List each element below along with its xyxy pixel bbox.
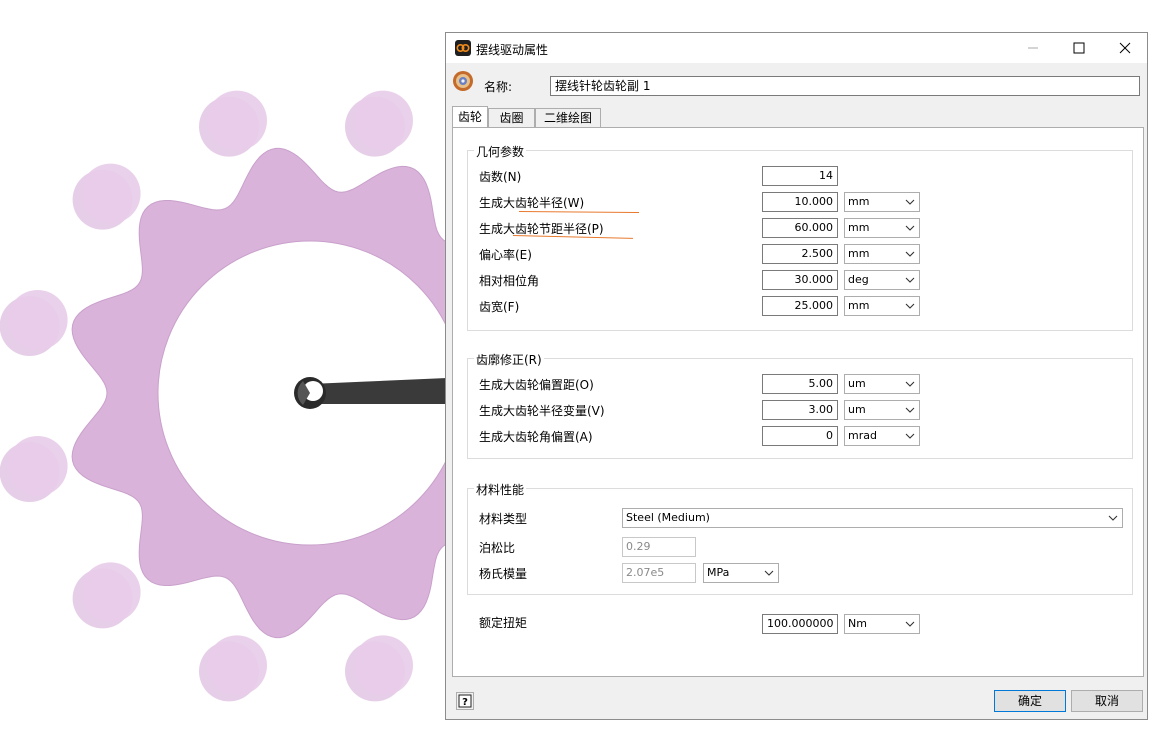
unit-value: deg — [848, 273, 869, 286]
pin — [207, 90, 267, 151]
poisson-ratio-label: 泊松比 — [479, 541, 516, 555]
phase-angle-unit-select[interactable]: deg — [844, 270, 920, 290]
maximize-button[interactable] — [1056, 33, 1102, 63]
title-bar: 摆线驱动属性 — [446, 33, 1147, 63]
youngs-modulus-input: 2.07e5 — [622, 563, 696, 583]
pitch-radius-unit-select[interactable]: mm — [844, 218, 920, 238]
teeth-count-label: 齿数(N) — [479, 170, 522, 184]
poisson-ratio-input: 0.29 — [622, 537, 696, 557]
radius-variation-unit-select[interactable]: um — [844, 400, 920, 420]
generating-offset-label: 生成大齿轮偏置距(O) — [479, 378, 594, 392]
gear-icon — [453, 71, 473, 91]
pitch-radius-label: 生成大齿轮节距半径(P) — [479, 222, 604, 236]
unit-value: mm — [848, 195, 870, 208]
window-title: 摆线驱动属性 — [476, 43, 549, 57]
unit-value: um — [848, 377, 866, 390]
radius-variation-input[interactable]: 3.00 — [762, 400, 838, 420]
unit-value: Nm — [848, 617, 867, 630]
chevron-down-icon — [905, 407, 915, 413]
pin — [353, 90, 413, 151]
chevron-down-icon — [905, 433, 915, 439]
youngs-modulus-unit-select[interactable]: MPa — [703, 563, 779, 583]
chevron-down-icon — [905, 303, 915, 309]
help-icon: ? — [458, 694, 472, 708]
material-group-title: 材料性能 — [474, 481, 527, 498]
angular-offset-input[interactable]: 0 — [762, 426, 838, 446]
profile-modification-title: 齿廓修正(R) — [474, 351, 544, 368]
angular-offset-label: 生成大齿轮角偏置(A) — [479, 430, 593, 444]
unit-value: mm — [848, 247, 870, 260]
radius-variation-label: 生成大齿轮半径变量(V) — [479, 404, 605, 418]
rated-torque-label: 额定扭矩 — [479, 616, 528, 630]
phase-angle-label: 相对相位角 — [479, 274, 540, 288]
generating-offset-unit-select[interactable]: um — [844, 374, 920, 394]
tab-ring[interactable]: 齿圈 — [488, 108, 535, 127]
tab-panel-gear: 几何参数 齿数(N) 14 生成大齿轮半径(W) 10.000 mm 生成大齿轮… — [452, 127, 1144, 677]
angular-offset-unit-select[interactable]: mrad — [844, 426, 920, 446]
geometry-group-title: 几何参数 — [474, 143, 527, 160]
material-type-select[interactable]: Steel (Medium) — [622, 508, 1123, 528]
cycloid-drive-properties-dialog: 摆线驱动属性 名称: 摆线针轮齿轮副 1 齿轮 齿圈 二维绘图 几何参数 齿数(… — [445, 32, 1148, 720]
face-width-label: 齿宽(F) — [479, 300, 520, 314]
name-input[interactable]: 摆线针轮齿轮副 1 — [550, 76, 1140, 96]
unit-value: MPa — [707, 566, 730, 579]
teeth-count-input[interactable]: 14 — [762, 166, 838, 186]
generating-offset-input[interactable]: 5.00 — [762, 374, 838, 394]
app-icon — [455, 40, 471, 56]
pin — [207, 635, 267, 696]
youngs-modulus-label: 杨氏模量 — [479, 567, 528, 581]
pin — [80, 562, 141, 623]
pitch-radius-input[interactable]: 60.000 — [762, 218, 838, 238]
pin — [80, 163, 141, 224]
chevron-down-icon — [905, 381, 915, 387]
minimize-icon — [1028, 47, 1038, 49]
chevron-down-icon — [764, 570, 774, 576]
pin — [7, 436, 68, 496]
maximize-icon — [1073, 42, 1085, 54]
eccentricity-unit-select[interactable]: mm — [844, 244, 920, 264]
face-width-unit-select[interactable]: mm — [844, 296, 920, 316]
chevron-down-icon — [905, 199, 915, 205]
phase-angle-input[interactable]: 30.000 — [762, 270, 838, 290]
rated-torque-input[interactable]: 100.000000 — [762, 614, 838, 634]
chevron-down-icon — [905, 277, 915, 283]
eccentricity-label: 偏心率(E) — [479, 248, 532, 262]
material-group: 材料性能 — [467, 481, 1133, 595]
name-label: 名称: — [484, 80, 513, 94]
material-type-label: 材料类型 — [479, 512, 528, 526]
svg-text:?: ? — [462, 697, 468, 708]
close-icon — [1119, 42, 1131, 54]
generating-radius-unit-select[interactable]: mm — [844, 192, 920, 212]
chevron-down-icon — [905, 225, 915, 231]
generating-radius-input[interactable]: 10.000 — [762, 192, 838, 212]
close-button[interactable] — [1102, 33, 1148, 63]
generating-radius-label: 生成大齿轮半径(W) — [479, 196, 585, 210]
material-type-value: Steel (Medium) — [626, 511, 710, 524]
eccentricity-input[interactable]: 2.500 — [762, 244, 838, 264]
unit-value: mm — [848, 299, 870, 312]
chevron-down-icon — [905, 621, 915, 627]
help-button[interactable]: ? — [456, 692, 474, 710]
face-width-input[interactable]: 25.000 — [762, 296, 838, 316]
minimize-button[interactable] — [1010, 33, 1056, 63]
tab-2d-drawing[interactable]: 二维绘图 — [535, 108, 601, 127]
tab-gear[interactable]: 齿轮 — [452, 106, 488, 127]
chevron-down-icon — [905, 251, 915, 257]
cancel-button[interactable]: 取消 — [1071, 690, 1143, 712]
pin — [7, 290, 68, 350]
pin — [353, 635, 413, 696]
rated-torque-unit-select[interactable]: Nm — [844, 614, 920, 634]
unit-value: um — [848, 403, 866, 416]
unit-value: mm — [848, 221, 870, 234]
ok-button[interactable]: 确定 — [994, 690, 1066, 712]
unit-value: mrad — [848, 429, 877, 442]
chevron-down-icon — [1108, 515, 1118, 521]
shaft — [294, 377, 447, 409]
